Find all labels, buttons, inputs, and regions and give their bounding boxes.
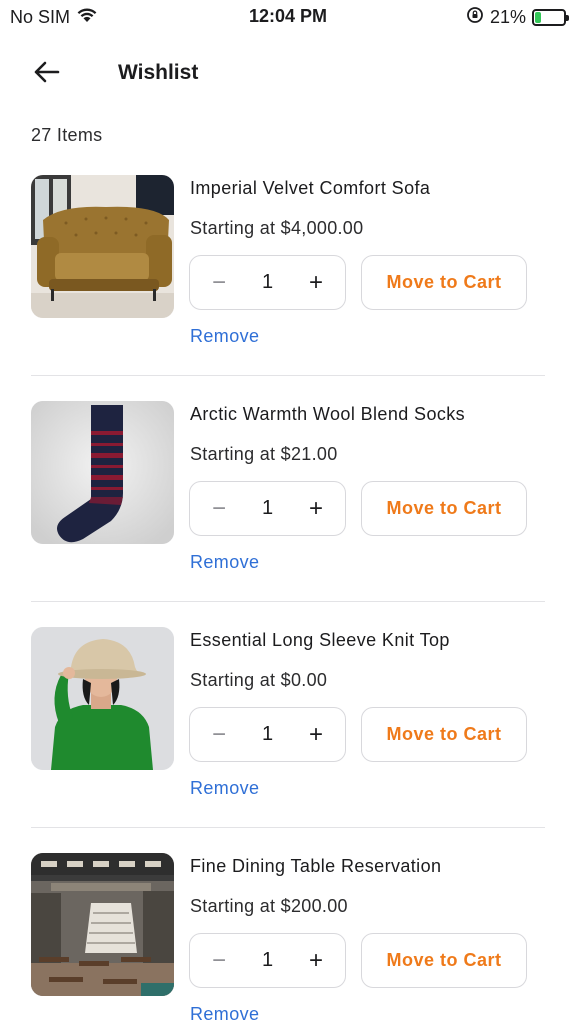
remove-link[interactable]: Remove [190,1004,259,1024]
quantity-stepper: − 1 + [189,707,346,762]
quantity-value: 1 [261,723,274,745]
remove-link[interactable]: Remove [190,326,259,347]
item-price: Starting at $4,000.00 [190,218,364,238]
remove-link[interactable]: Remove [190,778,259,799]
move-to-cart-button[interactable]: Move to Cart [361,707,527,762]
divider [31,827,545,828]
quantity-value: 1 [261,497,274,519]
battery-level [535,12,541,23]
move-to-cart-button[interactable]: Move to Cart [361,481,527,536]
orientation-lock-icon [466,6,484,29]
decrease-quantity-button[interactable]: − [208,270,230,295]
quantity-value: 1 [261,949,274,971]
header: Wishlist [0,52,576,96]
item-price: Starting at $200.00 [190,896,348,916]
arrow-left-icon [32,60,60,89]
remove-link[interactable]: Remove [190,552,259,573]
status-bar: No SIM 12:04 PM 21% [0,0,576,34]
green-knit-top-photo[interactable] [31,627,174,770]
increase-quantity-button[interactable]: + [305,496,327,521]
quantity-stepper: − 1 + [189,481,346,536]
wishlist: Imperial Velvet Comfort Sofa Starting at… [0,160,576,1024]
quantity-stepper: − 1 + [189,933,346,988]
battery-charging-icon [532,9,569,26]
quantity-value: 1 [261,271,274,293]
item-price: Starting at $21.00 [190,444,338,464]
item-name[interactable]: Arctic Warmth Wool Blend Socks [190,404,465,425]
item-count: 27 Items [31,125,103,145]
item-name[interactable]: Essential Long Sleeve Knit Top [190,630,450,651]
restaurant-interior-photo[interactable] [31,853,174,996]
move-to-cart-button[interactable]: Move to Cart [361,255,527,310]
item-name[interactable]: Fine Dining Table Reservation [190,856,441,877]
wishlist-item: Fine Dining Table Reservation Starting a… [0,838,576,1024]
increase-quantity-button[interactable]: + [305,722,327,747]
wishlist-item: Essential Long Sleeve Knit Top Starting … [0,612,576,838]
item-price: Starting at $0.00 [190,670,328,690]
increase-quantity-button[interactable]: + [305,948,327,973]
wool-sock-photo[interactable] [31,401,174,544]
page-title: Wishlist [118,61,199,84]
quantity-stepper: − 1 + [189,255,346,310]
increase-quantity-button[interactable]: + [305,270,327,295]
velvet-sofa-photo[interactable] [31,175,174,318]
divider [31,601,545,602]
move-to-cart-button[interactable]: Move to Cart [361,933,527,988]
wishlist-item: Arctic Warmth Wool Blend Socks Starting … [0,386,576,612]
wishlist-item: Imperial Velvet Comfort Sofa Starting at… [0,160,576,386]
back-button[interactable] [28,56,64,92]
battery-percent: 21% [489,7,526,27]
divider [31,375,545,376]
decrease-quantity-button[interactable]: − [208,722,230,747]
status-right: 21% [466,6,569,29]
item-name[interactable]: Imperial Velvet Comfort Sofa [190,178,430,199]
decrease-quantity-button[interactable]: − [208,948,230,973]
decrease-quantity-button[interactable]: − [208,496,230,521]
